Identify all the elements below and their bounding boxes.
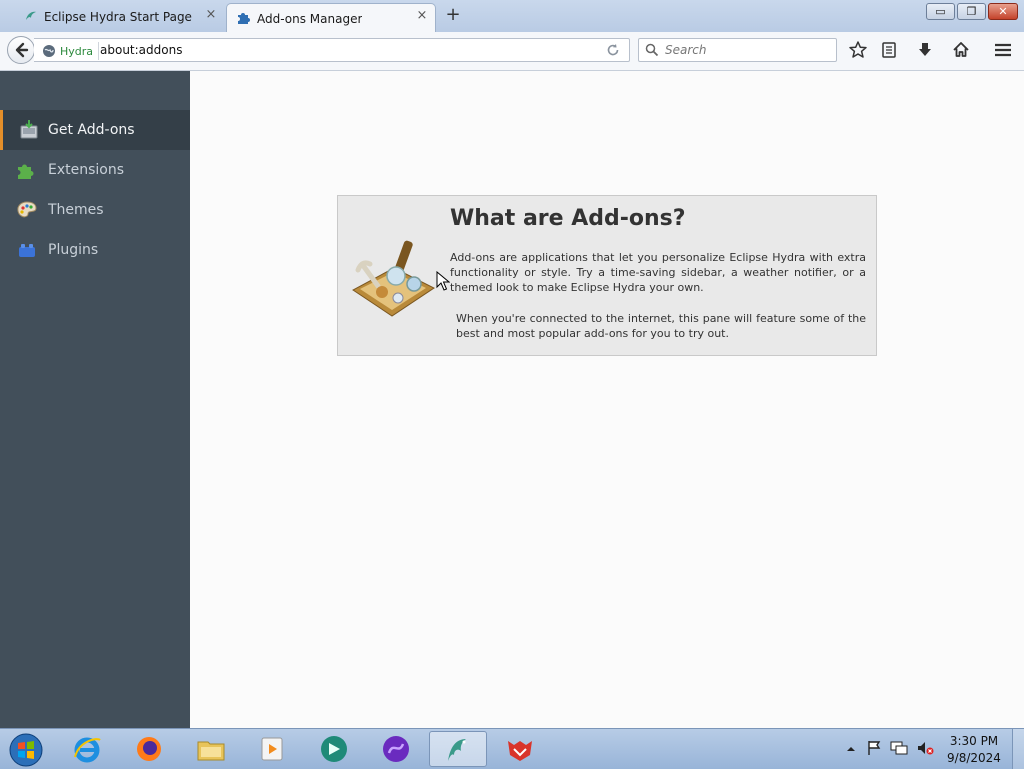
hydra-logo-icon (26, 11, 36, 20)
taskbar-internet-explorer[interactable] (58, 731, 116, 767)
bookmark-star-icon[interactable] (848, 40, 868, 60)
globe-icon (43, 45, 55, 57)
taskbar-red-fox-app[interactable] (491, 731, 549, 767)
back-arrow-icon (15, 42, 29, 58)
firefox-icon (137, 737, 161, 761)
show-desktop-button[interactable] (1012, 729, 1024, 769)
discover-title: What are Add-ons? (450, 206, 686, 231)
file-explorer-icon (197, 741, 225, 761)
close-icon: ✕ (998, 5, 1008, 18)
navigation-toolbar: Hydra about:addons (0, 32, 1024, 71)
show-hidden-icons-icon[interactable] (846, 744, 856, 754)
url-bar[interactable]: Hydra about:addons (34, 38, 630, 62)
taskbar-media-player[interactable] (243, 731, 301, 767)
taskbar-firefox[interactable] (120, 731, 178, 767)
red-fox-app-icon (508, 741, 532, 761)
search-input[interactable] (663, 42, 832, 58)
category-themes[interactable]: Themes (0, 190, 190, 230)
category-get-add-ons[interactable]: Get Add-ons (0, 110, 190, 150)
network-icon[interactable] (890, 740, 908, 756)
internet-explorer-icon (74, 737, 101, 763)
minimize-icon: ▭ (935, 5, 946, 18)
clock-date[interactable]: 9/8/2024 (946, 751, 1002, 765)
category-label: Plugins (48, 242, 99, 258)
get-addons-icon (20, 120, 38, 139)
discover-description: Add-ons are applications that let you pe… (450, 251, 866, 294)
windows-taskbar: 3:30 PM 9/8/2024 (0, 728, 1024, 769)
discover-offline-note: When you're connected to the internet, t… (456, 312, 866, 340)
back-button[interactable] (7, 36, 35, 64)
discover-pane: What are Add-ons? Add-ons are applicatio… (337, 195, 877, 356)
puzzle-icon (238, 13, 250, 24)
category-label: Extensions (48, 162, 125, 178)
reload-icon[interactable] (605, 42, 621, 58)
search-bar[interactable] (638, 38, 837, 62)
taskbar-hydra-browser[interactable] (429, 731, 487, 767)
tab-label: Eclipse Hydra Start Page (44, 9, 192, 24)
tab-addons-manager[interactable]: Add-ons Manager × (226, 3, 436, 33)
search-icon (645, 43, 659, 57)
app-icon-purple (383, 736, 409, 762)
bookmarks-list-icon[interactable] (879, 40, 899, 60)
maximize-icon: ❐ (966, 5, 977, 18)
new-tab-button[interactable]: + (444, 5, 462, 25)
taskbar-file-explorer[interactable] (182, 731, 240, 767)
identity-label: Hydra (60, 44, 94, 58)
tab-close-icon[interactable]: × (415, 9, 429, 23)
category-label: Get Add-ons (48, 122, 135, 138)
addons-tools-illustration-icon (352, 240, 435, 317)
tab-strip: Eclipse Hydra Start Page × Add-ons Manag… (0, 0, 1024, 33)
site-identity[interactable]: Hydra (40, 42, 99, 60)
mouse-cursor-icon (436, 271, 450, 291)
home-icon[interactable] (951, 40, 971, 60)
category-plugins[interactable]: Plugins (0, 230, 190, 270)
taskbar-teal-app[interactable] (305, 731, 363, 767)
addons-content-pane: What are Add-ons? Add-ons are applicatio… (190, 71, 1024, 728)
start-button-windows-icon[interactable] (8, 732, 44, 768)
download-icon[interactable] (915, 40, 935, 60)
puzzle-icon (18, 164, 34, 179)
minimize-button[interactable]: ▭ (926, 3, 955, 20)
tab-label: Add-ons Manager (257, 11, 363, 26)
action-center-flag-icon[interactable] (866, 740, 882, 756)
palette-icon (17, 201, 37, 218)
category-label: Themes (48, 202, 104, 218)
app-icon-teal (321, 736, 347, 762)
identity-divider (98, 42, 99, 60)
maximize-button[interactable]: ❐ (957, 3, 986, 20)
close-window-button[interactable]: ✕ (988, 3, 1018, 20)
url-text[interactable]: about:addons (100, 43, 182, 57)
categories-sidebar: Get Add-ons Extensions Themes Plugins (0, 71, 190, 728)
category-extensions[interactable]: Extensions (0, 150, 190, 190)
tab-start-page[interactable]: Eclipse Hydra Start Page × (12, 3, 224, 30)
plugin-brick-icon (19, 244, 35, 257)
clock-time[interactable]: 3:30 PM (946, 734, 1002, 748)
menu-hamburger-icon[interactable] (993, 40, 1013, 60)
volume-muted-icon[interactable] (916, 740, 934, 756)
tab-close-icon[interactable]: × (204, 8, 218, 22)
taskbar-purple-app[interactable] (367, 731, 425, 767)
hydra-browser-icon (448, 739, 466, 761)
media-player-icon (261, 737, 283, 761)
